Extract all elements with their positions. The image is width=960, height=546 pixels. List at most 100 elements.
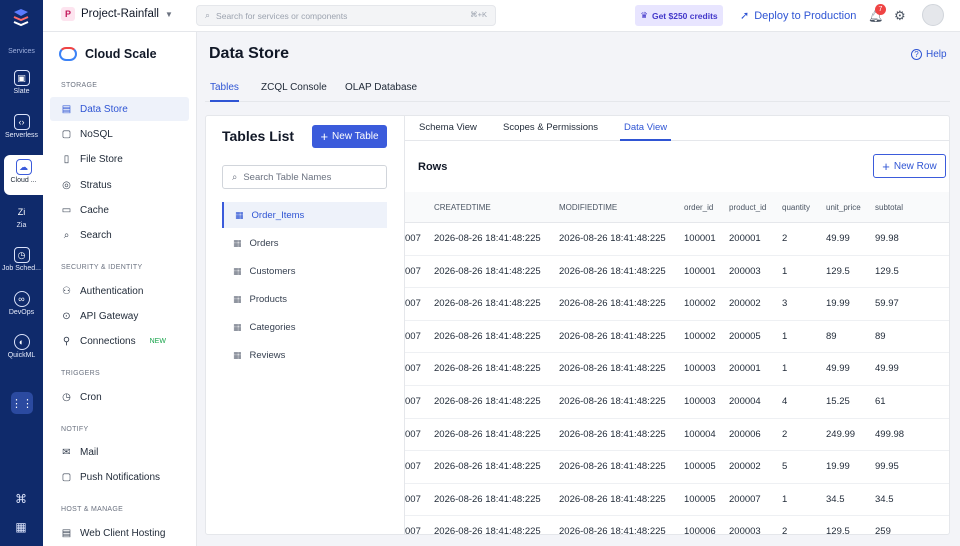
table-item-products[interactable]: ▦ Products — [222, 286, 387, 312]
table-cell: 1 — [782, 363, 788, 375]
table-row[interactable]: 007 2026-08-26 18:41:48:225 2026-08-26 18:… — [405, 451, 949, 484]
sidebar-item-file-store[interactable]: ▯ File Store — [50, 147, 189, 171]
table-row[interactable]: 007 2026-08-26 18:41:48:225 2026-08-26 18:… — [405, 386, 949, 419]
table-cell: 2026-08-26 18:41:48:225 — [559, 330, 666, 342]
new-table-button[interactable]: + New Table — [312, 125, 387, 148]
tables-list-title: Tables List — [222, 128, 295, 144]
table-cell: 007 — [405, 298, 421, 310]
services-label: Services — [8, 48, 35, 55]
tab-zcql-console[interactable]: ZCQL Console — [261, 82, 327, 102]
column-header[interactable]: product_id — [729, 203, 766, 212]
sidebar-item-stratus[interactable]: ◎ Stratus — [50, 173, 189, 197]
table-cell: 100001 — [684, 265, 716, 277]
sidebar-title-text: Cloud Scale — [85, 47, 157, 61]
table-row[interactable]: 007 2026-08-26 18:41:48:225 2026-08-26 18:… — [405, 256, 949, 289]
table-row[interactable]: 007 2026-08-26 18:41:48:225 2026-08-26 18:… — [405, 484, 949, 517]
section-triggers: TRIGGERS — [61, 370, 100, 377]
table-row[interactable]: 007 2026-08-26 18:41:48:225 2026-08-26 18:… — [405, 223, 949, 256]
table-cell: 59.97 — [875, 298, 899, 310]
rail-item-slate[interactable]: ▣ Slate — [0, 66, 43, 106]
all-services-grid-icon[interactable]: ⋮⋮ — [11, 392, 33, 414]
rail-item-cloud-scale[interactable]: ☁ Cloud ... — [4, 155, 43, 195]
deploy-to-production-button[interactable]: ➚ Deploy to Production — [740, 9, 856, 23]
table-item-reviews[interactable]: ▦ Reviews — [222, 342, 387, 368]
column-header[interactable]: MODIFIEDTIME — [559, 203, 617, 212]
app-logo-icon[interactable] — [8, 6, 34, 28]
table-cell: 200007 — [729, 493, 761, 505]
sidebar-item-label: File Store — [80, 153, 123, 165]
sidebar-item-push-notifications[interactable]: ▢ Push Notifications — [50, 465, 189, 489]
table-item-categories[interactable]: ▦ Categories — [222, 314, 387, 340]
sidebar-item-web-client-hosting[interactable]: ▤ Web Client Hosting — [50, 521, 189, 545]
sidebar-item-label: Data Store — [80, 103, 128, 115]
tab-tables[interactable]: Tables — [210, 82, 239, 102]
user-avatar[interactable] — [922, 4, 944, 26]
table-item-label: Orders — [249, 237, 279, 249]
sidebar-item-cache[interactable]: ▭ Cache — [50, 198, 189, 222]
table-cell: 34.5 — [826, 493, 845, 505]
table-item-order-items[interactable]: ▦ Order_Items — [222, 202, 387, 228]
components-icon[interactable]: ▦ — [13, 520, 29, 536]
tab-olap-database[interactable]: OLAP Database — [345, 82, 417, 102]
column-header[interactable]: unit_price — [826, 203, 861, 212]
get-credits-button[interactable]: ♛ Get $250 credits — [635, 5, 723, 26]
tab-schema-view[interactable]: Schema View — [419, 122, 477, 141]
rail-item-quickml[interactable]: ◐ QuickML — [0, 330, 43, 370]
new-table-label: New Table — [332, 131, 379, 142]
tab-scopes-permissions[interactable]: Scopes & Permissions — [503, 122, 598, 141]
settings-gear-icon[interactable]: ⚙ — [894, 8, 906, 24]
rail-item-serverless[interactable]: ‹› Serverless — [0, 110, 43, 150]
table-row[interactable]: 007 2026-08-26 18:41:48:225 2026-08-26 18:… — [405, 516, 949, 534]
column-header[interactable]: order_id — [684, 203, 713, 212]
column-header[interactable]: quantity — [782, 203, 810, 212]
table-row[interactable]: 007 2026-08-26 18:41:48:225 2026-08-26 18:… — [405, 353, 949, 386]
table-item-orders[interactable]: ▦ Orders — [222, 230, 387, 256]
table-item-label: Products — [249, 293, 288, 305]
rail-item-label: Slate — [13, 88, 30, 95]
help-label: Help — [926, 49, 947, 60]
rail-item-devops[interactable]: ∞ DevOps — [0, 287, 43, 327]
table-item-label: Order_Items — [251, 209, 305, 221]
table-cell: 99.98 — [875, 233, 899, 244]
table-cell: 49.99 — [826, 363, 850, 375]
table-cell: 100003 — [684, 396, 716, 407]
rail-item-job-scheduler[interactable]: ◷ Job Sched... — [0, 243, 43, 283]
tab-data-view[interactable]: Data View — [620, 122, 672, 141]
table-row[interactable]: 007 2026-08-26 18:41:48:225 2026-08-26 18:… — [405, 288, 949, 321]
project-switcher[interactable]: P Project-Rainfall ▼ — [61, 7, 173, 21]
user-icon: ⚇ — [62, 285, 71, 297]
quickml-icon: ◐ — [13, 334, 30, 350]
sidebar-item-nosql[interactable]: ▢ NoSQL — [50, 122, 189, 146]
notifications-bell-icon[interactable]: 🔔︎ 7 — [868, 4, 886, 23]
sidebar-item-connections[interactable]: ⚲ Connections NEW — [50, 329, 189, 353]
table-item-label: Categories — [249, 321, 296, 333]
sidebar-item-search[interactable]: ⌕ Search — [50, 223, 189, 247]
sidebar-item-api-gateway[interactable]: ⊙ API Gateway — [50, 304, 189, 328]
table-cell: 2026-08-26 18:41:48:225 — [559, 233, 666, 244]
table-grid-icon: ▦ — [235, 209, 244, 220]
sidebar-item-cron[interactable]: ◷ Cron — [50, 385, 189, 409]
table-row[interactable]: 007 2026-08-26 18:41:48:225 2026-08-26 18:… — [405, 419, 949, 452]
column-header[interactable]: CREATEDTIME — [434, 203, 491, 212]
integrations-icon[interactable]: ⌘ — [13, 492, 29, 508]
new-row-button[interactable]: + New Row — [873, 154, 946, 178]
table-item-customers[interactable]: ▦ Customers — [222, 258, 387, 284]
rail-item-zia[interactable]: Zi Zia — [0, 200, 43, 240]
sidebar-item-authentication[interactable]: ⚇ Authentication — [50, 279, 189, 303]
search-shortcut: ⌘+K — [470, 10, 487, 19]
push-notification-icon: ▢ — [61, 471, 72, 483]
sidebar-item-mail[interactable]: ✉ Mail — [50, 440, 189, 464]
zia-icon: Zi — [17, 207, 26, 217]
table-search-input[interactable]: ⌕ Search Table Names — [222, 165, 387, 189]
table-row[interactable]: 007 2026-08-26 18:41:48:225 2026-08-26 18:… — [405, 321, 949, 354]
global-search-input[interactable]: ⌕ Search for services or components ⌘+K — [196, 5, 496, 26]
column-header[interactable]: subtotal — [875, 203, 903, 212]
sidebar-item-data-store[interactable]: ▤ Data Store — [50, 97, 189, 121]
help-link[interactable]: ? Help — [911, 49, 947, 60]
new-badge: NEW — [149, 337, 166, 345]
rail-item-label: Serverless — [4, 132, 39, 139]
table-cell: 007 — [405, 461, 421, 473]
table-cell: 2026-08-26 18:41:48:225 — [559, 298, 666, 310]
table-cell: 007 — [405, 493, 421, 505]
rail-item-label: Zia — [16, 222, 27, 229]
